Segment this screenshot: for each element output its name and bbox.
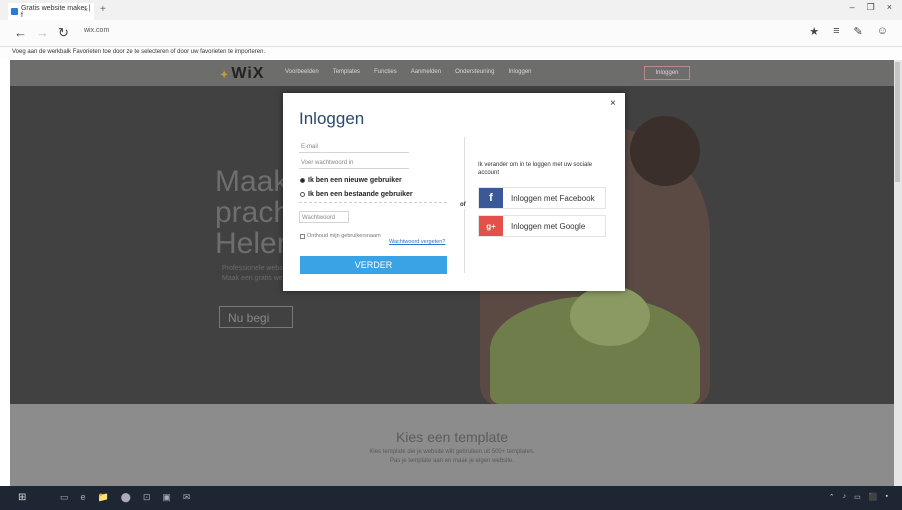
back-button[interactable]: ← [14,25,27,40]
modal-title: Inloggen [299,109,365,128]
volume-icon[interactable]: ♪ [843,493,847,501]
web-note-icon[interactable]: ✎ [854,25,863,38]
windows-taskbar: ⊞ ▭ e 📁 ⬤ ⊡ ▣ ✉ ⌃ ♪ ▭ ⬛ ▪ [0,486,902,510]
close-tab-icon[interactable]: × [84,7,88,14]
refresh-button[interactable]: ↻ [58,25,69,41]
file-explorer-icon[interactable]: 📁 [98,492,109,503]
radio-existing-user-label: Ik ben een bestaande gebruiker [308,191,413,198]
login-modal: × Inloggen E-mail Voer wachtwoord in Ik … [283,93,625,291]
social-intro-text: Ik verander om in te loggen met uw socia… [478,162,593,176]
taskbar-apps: ▭ e 📁 ⬤ ⊡ ▣ ✉ [60,492,190,503]
logo-dots-icon: ✦ [220,70,230,81]
window-controls: – ❐ × [850,2,892,13]
radio-unselected-icon [300,192,305,197]
new-tab-button[interactable]: + [100,4,106,15]
start-button-icon[interactable]: ⊞ [18,492,26,503]
nav-login-button[interactable]: Inloggen [644,66,690,80]
nav-link-functies[interactable]: Functies [374,69,397,75]
radio-new-user[interactable]: Ik ben een nieuwe gebruiker [300,177,402,184]
edge-browser-icon[interactable]: e [81,492,86,503]
template-subtitle: Kies template die je website wilt gebrui… [10,448,894,466]
nav-link-inloggen[interactable]: Inloggen [508,69,531,75]
template-subtitle-line-1: Kies template die je website wilt gebrui… [369,449,535,455]
show-desktop-icon[interactable]: ▪ [886,493,888,501]
nav-links: Voorbeelden Templates Functies Aanmelden… [285,69,532,75]
forward-button[interactable]: → [36,25,49,40]
hero-start-button[interactable]: Nu begi [219,306,293,328]
nav-link-voorbeelden[interactable]: Voorbeelden [285,69,319,75]
google-login-label: Inloggen met Google [511,221,586,231]
password-field[interactable]: Voer wachtwoord in [299,157,409,169]
template-subtitle-line-2: Pas je template aan en maak je eigen web… [389,458,515,464]
radio-new-user-label: Ik ben een nieuwe gebruiker [308,177,402,184]
hub-icon[interactable]: ≡ [833,25,839,38]
tray-expand-icon[interactable]: ⌃ [829,493,835,501]
template-title: Kies een template [395,429,509,445]
email-field[interactable]: E-mail [299,141,409,153]
toolbar-icons: ★ ≡ ✎ ☺ [809,25,888,38]
maximize-button[interactable]: ❐ [867,2,875,13]
address-bar-row: ← → ↻ wix.com ★ ≡ ✎ ☺ [0,20,902,47]
nav-link-templates[interactable]: Templates [333,69,360,75]
mail-icon[interactable]: ✉ [183,492,191,503]
google-login-button[interactable]: g+ Inloggen met Google [478,215,606,237]
app-icon-1[interactable]: ⬤ [121,492,131,503]
google-icon: g+ [479,216,503,236]
network-icon[interactable]: ▭ [854,493,861,501]
template-section: Kies een template Kies template die je w… [10,404,894,486]
facebook-login-button[interactable]: f Inloggen met Facebook [478,187,606,209]
app-icon-2[interactable]: ▣ [162,492,171,503]
hero-hair-shape [630,116,700,186]
radio-existing-user[interactable]: Ik ben een bestaande gebruiker [300,191,413,198]
facebook-icon: f [479,188,503,208]
minimize-button[interactable]: – [850,2,855,13]
browser-tab[interactable]: Gratis website maker | f × [8,3,94,20]
feedback-icon[interactable]: ☺ [877,25,888,38]
password-confirm-field[interactable]: Wachtwoord [299,211,349,223]
nav-link-aanmelden[interactable]: Aanmelden [411,69,441,75]
radio-selected-icon [300,178,305,183]
remember-checkbox[interactable]: Onthoud mijn gebruikersnaam [300,233,381,239]
favorites-star-icon[interactable]: ★ [809,25,819,38]
checkbox-icon [300,233,305,239]
wix-favicon-icon [11,8,18,15]
close-window-button[interactable]: × [887,2,892,13]
remember-label: Onthoud mijn gebruikersnaam [307,233,381,239]
tab-bar: Gratis website maker | f × + – ❐ × [0,0,902,20]
url-field[interactable]: wix.com [84,27,109,34]
or-label: of [460,201,466,209]
nav-link-ondersteuning[interactable]: Ondersteuning [455,69,494,75]
page-scrollbar-thumb[interactable] [895,62,900,182]
favorites-bar-hint[interactable]: Voeg aan de werkbalk Favorieten toe door… [12,49,265,55]
modal-close-icon[interactable]: × [610,98,616,109]
hero-plant-highlight [570,286,650,346]
favorites-bar: Voeg aan de werkbalk Favorieten toe door… [0,47,902,59]
task-view-icon[interactable]: ▭ [60,492,69,503]
site-nav: ✦ WiX Voorbeelden Templates Functies Aanm… [10,60,894,86]
system-tray: ⌃ ♪ ▭ ⬛ ▪ [829,493,888,501]
facebook-login-label: Inloggen met Facebook [511,193,595,203]
store-icon[interactable]: ⊡ [143,492,151,503]
action-center-icon[interactable]: ⬛ [869,493,878,501]
wix-logo[interactable]: ✦ WiX [220,65,264,83]
forgot-password-link[interactable]: Wachtwoord vergeten? [389,239,445,245]
form-divider [299,202,447,203]
submit-button[interactable]: VERDER [300,256,447,274]
logo-text: WiX [231,65,265,82]
